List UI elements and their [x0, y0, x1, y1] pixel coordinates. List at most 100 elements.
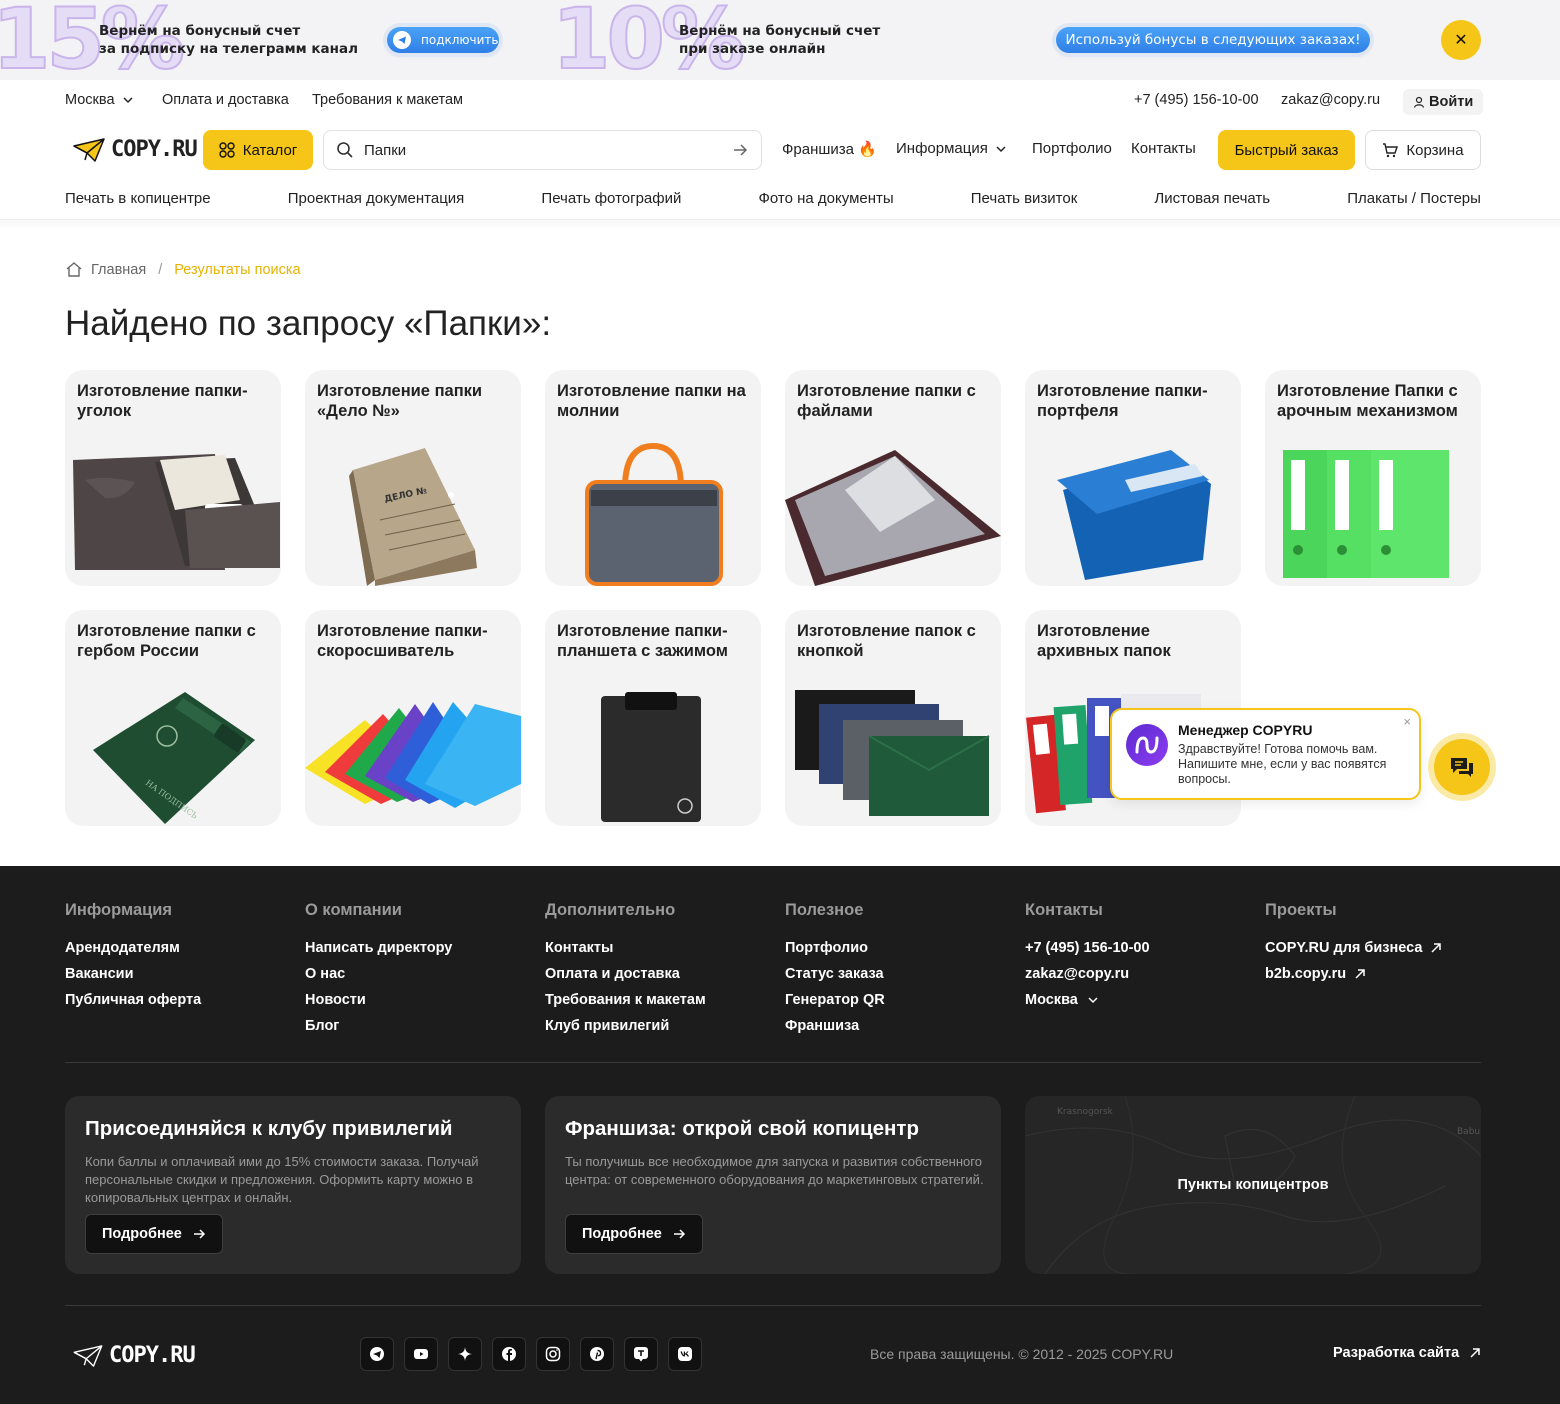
footer-link[interactable]: Клуб привилегий — [545, 1013, 706, 1039]
footer-column: О компании Написать директору О нас Ново… — [305, 901, 452, 1039]
footer-link[interactable]: Генератор QR — [785, 987, 885, 1013]
telegram-icon[interactable] — [360, 1337, 394, 1371]
payment-delivery-link[interactable]: Оплата и доставка — [162, 92, 289, 108]
email-link[interactable]: zakaz@copy.ru — [1281, 92, 1380, 108]
arrow-right-icon — [673, 1229, 685, 1239]
dzen-icon[interactable] — [448, 1337, 482, 1371]
login-button[interactable]: Войти — [1403, 89, 1484, 115]
coat-of-arms-folder-image: НА ПОДПИСЬ — [93, 692, 255, 824]
quick-order-button[interactable]: Быстрый заказ — [1218, 130, 1355, 170]
footer-external-link[interactable]: COPY.RU для бизнеса — [1265, 935, 1442, 961]
copyright: Все права защищены. © 2012 - 2025 COPY.R… — [870, 1346, 1174, 1362]
logo[interactable]: COPY.RU — [73, 137, 198, 162]
instagram-icon[interactable] — [536, 1337, 570, 1371]
category-link[interactable]: Листовая печать — [1154, 190, 1270, 207]
divider — [65, 1305, 1481, 1306]
vk-icon[interactable] — [668, 1337, 702, 1371]
lever-arch-folder-image — [1283, 450, 1449, 578]
button-folders-image — [795, 690, 990, 816]
product-card[interactable]: Изготовление папки-скоросшиватель — [305, 610, 521, 826]
footer-column: Проекты COPY.RU для бизнеса b2b.copy.ru — [1265, 901, 1442, 987]
tenchat-icon[interactable] — [624, 1337, 658, 1371]
product-card[interactable]: Изготовление папки-планшета с зажимом — [545, 610, 761, 826]
layout-requirements-link[interactable]: Требования к макетам — [312, 92, 463, 108]
footer-link[interactable]: Портфолио — [785, 935, 885, 961]
footer-link[interactable]: Публичная оферта — [65, 987, 201, 1013]
footer-link[interactable]: Требования к макетам — [545, 987, 706, 1013]
footer-column: Информация Арендодателям Вакансии Публич… — [65, 901, 201, 1013]
close-icon[interactable]: × — [1403, 714, 1411, 729]
category-link[interactable]: Плакаты / Постеры — [1347, 190, 1481, 207]
footer-link[interactable]: Блог — [305, 1013, 452, 1039]
user-icon — [1413, 96, 1425, 108]
club-more-button[interactable]: Подробнее — [85, 1214, 223, 1254]
footer-link[interactable]: Арендодателям — [65, 935, 201, 961]
footer-email-link[interactable]: zakaz@copy.ru — [1025, 961, 1150, 987]
franchise-card: Франшиза: открой свой копицентр Ты получ… — [545, 1096, 1001, 1274]
product-card[interactable]: Изготовление папки-портфеля — [1025, 370, 1241, 586]
product-card[interactable]: Изготовление папки-уголок — [65, 370, 281, 586]
nav-portfolio[interactable]: Портфолио — [1032, 140, 1112, 157]
catalog-button[interactable]: Каталог — [203, 130, 313, 170]
arrow-right-icon[interactable] — [731, 141, 749, 159]
footer-link[interactable]: Контакты — [545, 935, 706, 961]
franchise-more-button[interactable]: Подробнее — [565, 1214, 703, 1254]
fire-icon: 🔥 — [858, 141, 877, 158]
file-folder-image — [785, 450, 1001, 586]
footer-link[interactable]: О нас — [305, 961, 452, 987]
page-title: Найдено по запросу «Папки»: — [65, 304, 552, 343]
footer-link[interactable]: Франшиза — [785, 1013, 885, 1039]
grid-icon — [219, 142, 235, 158]
phone-link[interactable]: +7 (495) 156-10-00 — [1134, 92, 1259, 108]
youtube-icon[interactable] — [404, 1337, 438, 1371]
category-link[interactable]: Печать фотографий — [541, 190, 681, 207]
product-card[interactable]: Изготовление папки с гербом России НА ПО… — [65, 610, 281, 826]
footer-link[interactable]: Вакансии — [65, 961, 201, 987]
footer-link[interactable]: Оплата и доставка — [545, 961, 706, 987]
search-input[interactable] — [364, 141, 721, 159]
close-icon[interactable]: ✕ — [1441, 20, 1481, 60]
product-card[interactable]: Изготовление папки «Дело №» ДЕЛО № — [305, 370, 521, 586]
cart-icon — [1383, 143, 1399, 158]
footer-column: Дополнительно Контакты Оплата и доставка… — [545, 901, 706, 1039]
footer-city-selector[interactable]: Москва — [1025, 987, 1150, 1013]
breadcrumb-home[interactable]: Главная — [91, 262, 146, 278]
footer-external-link[interactable]: b2b.copy.ru — [1265, 961, 1442, 987]
city-selector[interactable]: Москва — [65, 92, 135, 108]
footer-column: Контакты +7 (495) 156-10-00 zakaz@copy.r… — [1025, 901, 1150, 1013]
footer-link[interactable]: Новости — [305, 987, 452, 1013]
category-link[interactable]: Фото на документы — [758, 190, 893, 207]
breadcrumb-current: Результаты поиска — [174, 261, 301, 278]
dev-link[interactable]: Разработка сайта — [1333, 1345, 1481, 1361]
category-link[interactable]: Печать в копицентре — [65, 190, 211, 207]
product-card[interactable]: Изготовление Папки с арочным механизмом — [1265, 370, 1481, 586]
facebook-icon[interactable] — [492, 1337, 526, 1371]
search-box — [323, 130, 762, 170]
cart-button[interactable]: Корзина — [1365, 130, 1481, 170]
zipper-folder-image — [585, 442, 723, 586]
footer-logo[interactable]: COPY.RU — [73, 1343, 196, 1368]
chat-button[interactable] — [1434, 739, 1490, 795]
product-card[interactable]: Изготовление папки на молнии — [545, 370, 761, 586]
nav-info[interactable]: Информация — [896, 140, 1008, 157]
footer-phone-link[interactable]: +7 (495) 156-10-00 — [1025, 935, 1150, 961]
telegram-icon — [393, 31, 411, 49]
club-card: Присоединяйся к клубу привилегий Копи ба… — [65, 1096, 521, 1274]
product-card[interactable]: Изготовление папки с файлами — [785, 370, 1001, 586]
map-card[interactable]: Krasnogorsk Babu Пункты копицентров — [1025, 1096, 1481, 1274]
footer-link[interactable]: Написать директору — [305, 935, 452, 961]
nav-franchise[interactable]: Франшиза 🔥 — [782, 140, 877, 158]
category-link[interactable]: Проектная документация — [288, 190, 465, 207]
use-bonuses-button[interactable]: Используй бонусы в следующих заказах! — [1056, 27, 1370, 53]
pinterest-icon[interactable] — [580, 1337, 614, 1371]
product-card[interactable]: Изготовление папок с кнопкой — [785, 610, 1001, 826]
nav-contacts[interactable]: Контакты — [1131, 140, 1196, 157]
chevron-down-icon — [996, 145, 1006, 152]
telegram-connect-button[interactable]: подключить — [387, 27, 499, 53]
footer-column: Полезное Портфолио Статус заказа Генерат… — [785, 901, 885, 1039]
category-link[interactable]: Печать визиток — [971, 190, 1078, 207]
chat-popup[interactable]: Менеджер COPYRU Здравствуйте! Готова пом… — [1110, 708, 1421, 800]
paper-plane-logo-icon — [73, 137, 105, 162]
footer-link[interactable]: Статус заказа — [785, 961, 885, 987]
arrow-right-icon — [193, 1229, 205, 1239]
